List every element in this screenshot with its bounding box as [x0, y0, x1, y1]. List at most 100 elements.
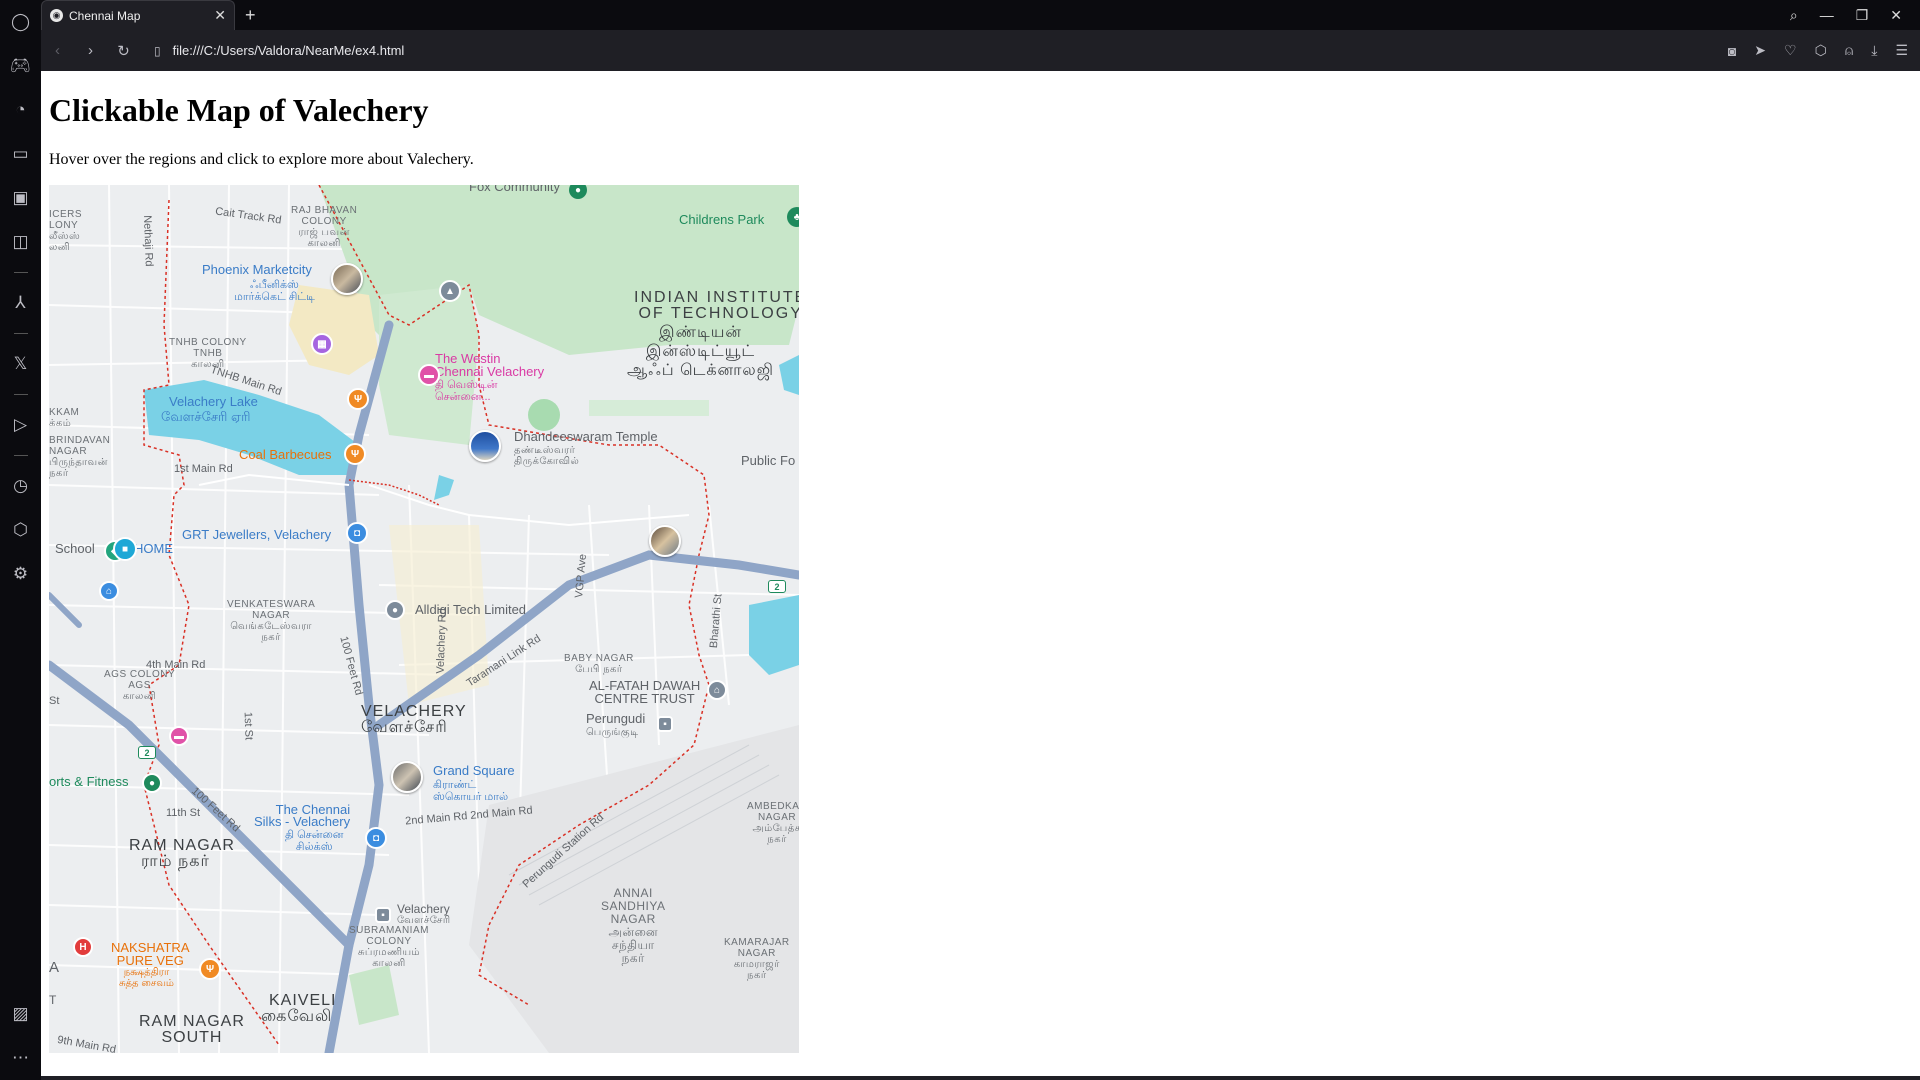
restaurant-pin-icon[interactable]: Ψ [344, 443, 366, 465]
map-label-coal-barbecues: Coal Barbecues [239, 447, 332, 462]
tab-bar: ◉ Chennai Map ✕ + ⌕ — ❐ ✕ [41, 0, 1920, 30]
tab-chennai-map[interactable]: ◉ Chennai Map ✕ [41, 0, 235, 30]
extensions-icon[interactable]: ◫ [0, 220, 41, 264]
map-label-icers: ICERS LONY லீஸ்ஸ் லனி [49, 209, 83, 253]
map-label-velachery: VELACHERY [361, 703, 467, 720]
page-subtitle: Hover over the regions and click to expl… [49, 151, 474, 168]
map-label-nakshatra: NAKSHATRA PURE VEG [111, 940, 190, 968]
download-icon[interactable]: ⤓ [1871, 42, 1877, 59]
back-icon[interactable]: ‹ [41, 42, 74, 59]
forward-icon[interactable]: › [74, 42, 107, 59]
send-icon[interactable]: ➤ [1754, 42, 1766, 59]
map-label-perungudi: Perungudi [586, 711, 646, 726]
map-label-eleventh: 11th St [166, 807, 201, 819]
globe-icon: ◉ [50, 9, 63, 22]
close-tab-icon[interactable]: ✕ [214, 7, 226, 24]
aria-icon[interactable]: ⅄ [0, 281, 41, 325]
reload-icon[interactable]: ↻ [107, 42, 140, 60]
sidebar-divider [13, 455, 28, 456]
map-label-perungudi-ta: பெருங்குடி [586, 727, 639, 738]
menu-icon[interactable]: ☰ [1895, 42, 1908, 59]
map-label-velachery-lake-ta: வேளச்சேரி ஏரி [161, 409, 251, 424]
map-label-ram-nagar-south: RAM NAGAR SOUTH [139, 1013, 245, 1046]
map-label-alfatah: AL-FATAH DAWAH CENTRE TRUST [589, 678, 701, 706]
hospital-pin-icon[interactable]: H [73, 937, 93, 957]
sidebar-divider [13, 272, 28, 273]
settings-gear-icon[interactable]: ⚙ [0, 552, 41, 596]
camera-icon[interactable]: ◙ [1728, 43, 1736, 59]
cube-icon[interactable]: ⬡ [0, 508, 41, 552]
map-label-westin-ta: தி வெஸ்டின் சென்னை... [435, 379, 498, 403]
speed-dial-icon[interactable]: ◔ [0, 88, 41, 132]
briefcase-icon[interactable]: ▭ [0, 132, 41, 176]
restore-icon[interactable]: ❐ [1856, 7, 1869, 24]
map-label-velachery-lake: Velachery Lake [169, 394, 258, 409]
map-label-nethaji: Nethaji Rd [141, 215, 155, 267]
map-label-chennai-silks: The Chennai Silks - Velachery [254, 802, 351, 829]
opera-logo-icon[interactable]: ◯ [0, 0, 41, 44]
map-label-ambedkar: AMBEDKAR NAGAR அம்பேத்க நகர் [747, 801, 799, 845]
map-label-fox-community: Fox Community [469, 185, 561, 194]
map-label-westin: The Westin Chennai Velachery [435, 351, 545, 379]
road-shield: 2 [768, 580, 786, 593]
map-label-a-edge: A [49, 959, 60, 976]
new-tab-button[interactable]: + [235, 0, 266, 30]
map-label-dhandeeswaram-ta: தண்டீஸ்வரர் திருக்கோவில் [514, 445, 580, 467]
restaurant-pin-icon[interactable]: Ψ [347, 388, 369, 410]
temple-photo-icon[interactable] [469, 430, 501, 462]
heart-icon[interactable]: ♡ [1784, 42, 1797, 59]
office-pin-icon[interactable]: ● [385, 600, 405, 620]
shopping-bag-pin-icon[interactable]: ◘ [365, 827, 387, 849]
history-icon[interactable]: ◷ [0, 464, 41, 508]
shopping-pin-icon[interactable]: ▦ [311, 333, 333, 355]
game-controller-icon[interactable]: 🎮︎ [0, 44, 41, 88]
player-icon[interactable]: ▷ [0, 403, 41, 447]
x-twitter-icon[interactable]: 𝕏 [0, 342, 41, 386]
minimize-icon[interactable]: — [1820, 7, 1834, 23]
map-label-sports-fitness: orts & Fitness [49, 774, 129, 789]
school-pin-icon[interactable]: ▲ [439, 280, 461, 302]
map-label-ags-colony: AGS COLONY AGS காலனி [104, 669, 176, 702]
search-tabs-icon[interactable]: ⌕ [1790, 7, 1798, 24]
fitness-pin-icon[interactable]: ● [142, 773, 162, 793]
map-label-fourth-main: 4th Main Rd [146, 659, 206, 671]
page-content: Clickable Map of Valechery Hover over th… [41, 71, 1920, 1080]
house-pin-icon[interactable]: ⌂ [99, 581, 119, 601]
map-label-kamarajar: KAMARAJAR NAGAR காமராஜர் நகர் [724, 937, 790, 981]
map-label-t-edge: T [49, 993, 57, 1007]
profile-icon[interactable]: ⍝ [1845, 42, 1853, 59]
hotel-pin-icon[interactable]: ▬ [169, 726, 189, 746]
map-label-dhandeeswaram: Dhandeeswaram Temple [514, 429, 658, 444]
train-station-icon[interactable]: ▪ [375, 907, 391, 923]
more-dots-icon[interactable]: ⋯ [0, 1036, 41, 1080]
place-photo-icon[interactable] [649, 525, 681, 557]
train-station-icon[interactable]: ▪ [657, 716, 673, 732]
restaurant-pin-icon[interactable]: Ψ [199, 958, 221, 980]
gallery-icon[interactable]: ▨ [0, 992, 41, 1036]
clickable-map[interactable]: Fox Community Childrens Park RAJ BHAVAN … [49, 185, 799, 1053]
map-label-venkateswara: VENKATESWARA NAGAR வெங்கடேஸ்வரா நகர் [227, 599, 316, 643]
shopping-bag-pin-icon[interactable]: ◘ [346, 522, 368, 544]
home-pin-icon[interactable]: ■ [113, 537, 137, 561]
browser-sidebar: ◯ 🎮︎ ◔ ▭ ▣ ◫ ⅄ 𝕏 ▷ ◷ ⬡ ⚙ ▨ ⋯ [0, 0, 41, 1080]
mosque-pin-icon[interactable]: ⌂ [707, 680, 727, 700]
twitch-icon[interactable]: ▣ [0, 176, 41, 220]
grand-square-photo-icon[interactable] [391, 761, 423, 793]
url-field[interactable]: file:///C:/Users/Valdora/NearMe/ex4.html [173, 43, 405, 58]
map-label-first-main: 1st Main Rd [174, 463, 233, 475]
map-label-grt: GRT Jewellers, Velachery [182, 527, 332, 542]
map-label-kkam: KKAM க்கம் [49, 407, 80, 429]
map-label-phoenix: Phoenix Marketcity [202, 262, 312, 277]
map-label-grand-square: Grand Square [433, 763, 515, 778]
map-label-grand-square-ta: கிராண்ட் ஸ்கொயர் மால் [433, 779, 509, 803]
hotel-pin-icon[interactable]: ▬ [418, 364, 440, 386]
close-window-icon[interactable]: ✕ [1890, 7, 1902, 24]
map-label-home: HOME [134, 541, 173, 556]
box-icon[interactable]: ⬡ [1815, 42, 1827, 59]
map-label-nakshatra-ta: நக்ஷத்திரா சுத்த சைவம் [119, 967, 174, 989]
page-title: Clickable Map of Valechery [49, 92, 429, 128]
window-controls: ⌕ — ❐ ✕ [1790, 0, 1920, 30]
map-label-chennai-silks-ta: தி சென்னை சில்க்ஸ் [285, 829, 344, 853]
phoenix-photo-icon[interactable] [331, 263, 363, 295]
map-label-kaiveli: KAIVELI [269, 992, 337, 1009]
